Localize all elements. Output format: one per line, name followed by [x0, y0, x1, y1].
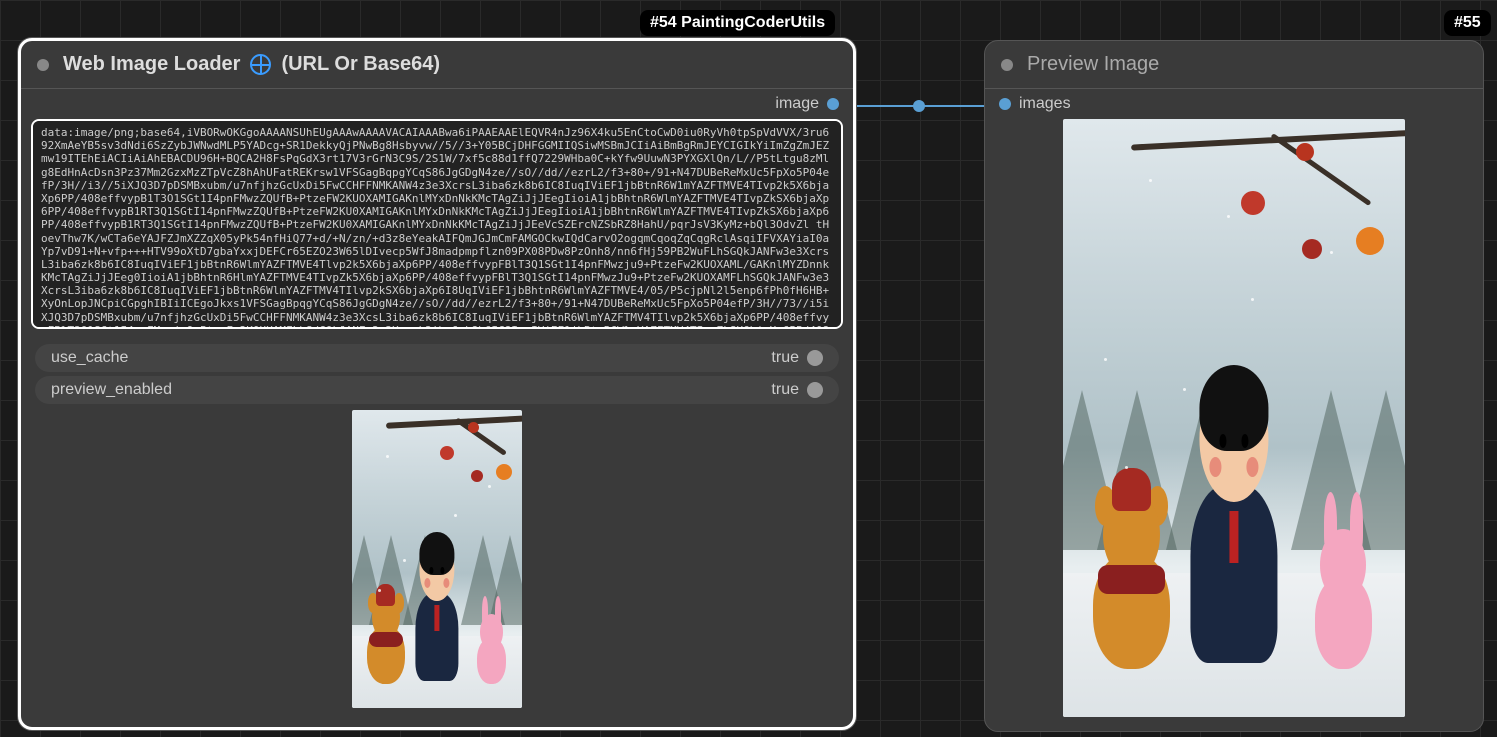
base64-input[interactable] [31, 119, 843, 329]
input-port-label: images [1019, 95, 1071, 113]
node-header[interactable]: Web Image Loader (URL Or Base64) [21, 41, 853, 89]
node-header[interactable]: Preview Image [985, 41, 1483, 89]
edge-image-to-images [835, 100, 999, 112]
node-title-b: (URL Or Base64) [281, 53, 440, 76]
preview-enabled-value: true [771, 381, 799, 399]
globe-icon [250, 54, 271, 75]
node-web-image-loader[interactable]: Web Image Loader (URL Or Base64) image u… [18, 38, 856, 730]
output-port-dot[interactable] [827, 98, 839, 110]
collapse-dot-icon[interactable] [37, 59, 49, 71]
preview-enabled-label: preview_enabled [51, 381, 172, 399]
output-port-row: image [21, 89, 853, 119]
node-preview-image[interactable]: Preview Image images [984, 40, 1484, 732]
node-title-a: Web Image Loader [63, 53, 240, 76]
preview-image-large[interactable] [1063, 119, 1405, 717]
preview-thumbnail[interactable] [352, 410, 522, 708]
node-title: Preview Image [1027, 53, 1159, 76]
toggle-knob-icon [807, 350, 823, 366]
node-tag-preview: #55 [1444, 10, 1491, 36]
preview-enabled-field[interactable]: preview_enabled true [35, 376, 839, 404]
use-cache-label: use_cache [51, 349, 128, 367]
collapse-dot-icon[interactable] [1001, 59, 1013, 71]
output-port-label: image [775, 95, 819, 113]
toggle-knob-icon [807, 382, 823, 398]
use-cache-field[interactable]: use_cache true [35, 344, 839, 372]
input-port-row: images [985, 89, 1483, 119]
node-tag-loader: #54 PaintingCoderUtils [640, 10, 835, 36]
use-cache-value: true [771, 349, 799, 367]
input-port-dot[interactable] [999, 98, 1011, 110]
